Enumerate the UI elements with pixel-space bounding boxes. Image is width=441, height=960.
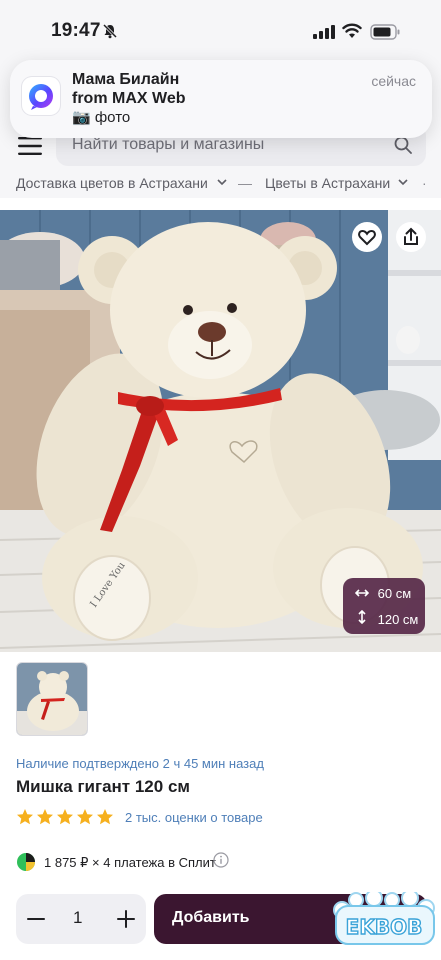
info-icon[interactable] [213, 852, 229, 868]
notification-time: сейчас [371, 73, 416, 89]
bell-off-icon [102, 23, 118, 39]
cellular-signal-icon [313, 25, 335, 39]
plus-icon[interactable] [116, 909, 136, 929]
heart-icon [358, 229, 376, 246]
status-time: 19:47 [51, 20, 101, 41]
chevron-down-icon[interactable] [397, 176, 409, 188]
notification-body: 📷 фото [72, 109, 131, 126]
quantity-stepper: 1 [16, 894, 146, 944]
battery-icon [370, 24, 400, 40]
share-icon [404, 227, 418, 245]
notification-subtitle: from MAX Web [72, 90, 186, 107]
minus-icon[interactable] [26, 909, 46, 929]
product-thumbnail[interactable] [16, 662, 88, 736]
split-icon [17, 853, 35, 871]
breadcrumb-separator: — [238, 175, 252, 191]
size-badge: 60 см 120 см [343, 578, 425, 634]
star-icon [17, 809, 33, 825]
ekbob-watermark-logo: EKBOB [333, 892, 435, 945]
size-width: 60 см [377, 586, 412, 601]
add-to-cart-label: Добавить [172, 909, 250, 926]
availability-status: Наличие подтверждено 2 ч 45 мин назад [16, 756, 264, 771]
breadcrumb-separator: · [422, 175, 427, 191]
split-installments[interactable]: 1 875 ₽ × 4 платежа в Сплит [44, 855, 216, 871]
chevron-down-icon[interactable] [216, 176, 228, 188]
status-bar: 19:47 [0, 0, 441, 62]
width-arrows-icon [354, 589, 370, 597]
share-button[interactable] [396, 222, 426, 252]
svg-text:EKBOB: EKBOB [346, 915, 423, 939]
breadcrumb-item-flowers[interactable]: Цветы в Астрахани [265, 175, 390, 191]
search-icon[interactable] [394, 136, 412, 154]
size-height: 120 см [377, 612, 419, 627]
notification-title: Мама Билайн [72, 71, 180, 88]
quantity-value: 1 [73, 908, 83, 927]
breadcrumb: Доставка цветов в Астрахани — Цветы в Ас… [0, 168, 441, 198]
max-app-icon [22, 77, 60, 115]
product-title: Мишка гигант 120 см [16, 777, 190, 796]
star-icon [97, 809, 113, 825]
star-icon [57, 809, 73, 825]
wifi-icon [342, 23, 362, 38]
star-icon [77, 809, 93, 825]
reviews-link[interactable]: 2 тыс. оценки о товаре [125, 810, 263, 825]
search-placeholder: Найти товары и магазины [72, 136, 265, 153]
menu-icon[interactable] [18, 136, 42, 156]
breadcrumb-item-delivery[interactable]: Доставка цветов в Астрахани [16, 175, 208, 191]
height-arrows-icon [358, 609, 366, 625]
notification-banner[interactable]: Мама Билайн from MAX Web 📷 фото сейчас [10, 60, 432, 138]
star-icon [37, 809, 53, 825]
favorite-button[interactable] [352, 222, 382, 252]
rating-stars [17, 809, 113, 825]
